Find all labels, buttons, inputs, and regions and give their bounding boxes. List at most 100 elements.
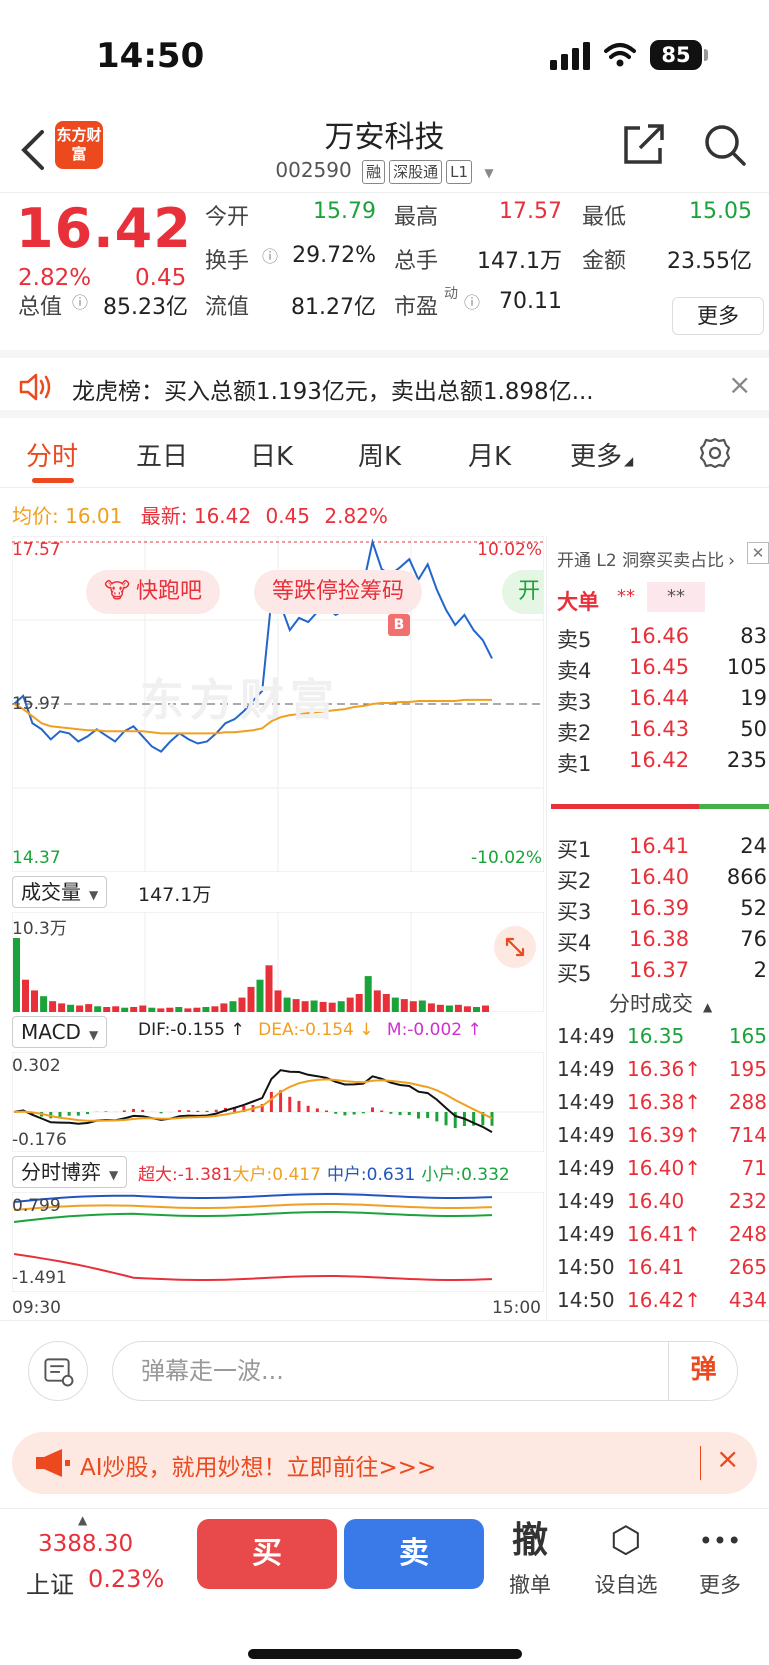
bid-row[interactable]: 买4 16.38 76 [557,927,767,959]
promo-pill[interactable]: 🐮 快跑吧 [86,570,221,614]
trade-time: 14:49 [557,1222,615,1246]
trade-row: 14:49 16.40↑ 71 [557,1156,767,1190]
ask-row[interactable]: 卖3 16.44 19 [557,686,767,718]
volume-bar [49,1001,57,1012]
ask-row[interactable]: 卖1 16.42 235 [557,748,767,780]
ai-promo-banner[interactable]: AI炒股，就用妙想！立即前往>>> × [12,1432,757,1494]
danmu-input[interactable]: 弹幕走一波... [112,1341,738,1401]
macd-chart[interactable] [12,1052,544,1152]
level-volume: 83 [740,624,767,648]
info-icon[interactable]: ⓘ [464,289,480,313]
bid-row[interactable]: 买3 16.39 52 [557,896,767,928]
pe-sup: 动 [444,286,458,302]
volume-bar [391,997,399,1012]
tab-daily-k[interactable]: 日K [250,436,293,473]
gear-icon[interactable] [698,436,732,470]
more-button[interactable]: 更多 [672,297,764,335]
index-percent[interactable]: 0.23% [88,1565,164,1593]
search-icon[interactable] [702,122,748,168]
mid-flow-line [13,1193,493,1203]
bid-row[interactable]: 买2 16.40 866 [557,865,767,897]
chevron-up-icon[interactable]: ▲ [78,1513,87,1527]
close-icon[interactable]: ✕ [747,542,769,564]
volume-bar [482,1005,489,1012]
volume-bar [40,996,48,1012]
macd-indicator-select[interactable]: MACD ▼ [12,1016,108,1048]
volume-indicator-select[interactable]: 成交量 ▼ [12,876,108,908]
wifi-icon [604,43,636,67]
index-name[interactable]: 上证 [26,1565,74,1600]
bid-row[interactable]: 买5 16.37 2 [557,958,767,990]
volume-bar [148,1007,156,1012]
trades-title: 分时成交 [609,992,693,1016]
level-label: 买2 [557,869,592,893]
l2-upgrade-link[interactable]: 开通 L2 洞察买卖占比 › [557,546,735,571]
macd-max-label: 0.302 [12,1056,61,1076]
trade-price: 16.41↑ [627,1222,702,1246]
ask-row[interactable]: 卖4 16.45 105 [557,655,767,687]
ask-row[interactable]: 卖5 16.46 83 [557,624,767,656]
close-icon[interactable]: × [728,368,751,401]
trade-row: 14:49 16.41↑ 248 [557,1222,767,1256]
level-volume: 76 [740,927,767,951]
tag-connect: 深股通 [389,159,443,184]
turnover-label: 换手 [205,249,250,274]
tab-intraday[interactable]: 分时 [26,436,78,473]
trade-volume: 265 [728,1255,767,1279]
trade-volume: 288 [728,1090,767,1114]
low-value: 15.05 [689,199,752,224]
stock-code: 002590 [275,158,352,182]
expand-icon[interactable] [494,926,536,968]
ask-row[interactable]: 卖2 16.43 50 [557,717,767,749]
trade-volume: 714 [728,1123,767,1147]
mktcap-value: 85.23亿 [103,295,188,320]
latest-value: 16.42 [193,504,252,528]
dea-value: DEA:-0.154 ↓ [258,1020,374,1040]
level-volume: 866 [726,865,767,889]
volume-bar [283,997,291,1012]
share-icon[interactable] [620,122,666,168]
flow-indicator-select[interactable]: 分时博弈 ▼ [12,1156,128,1188]
promo-pill[interactable]: 开 [502,570,544,614]
index-value[interactable]: 3388.30 [38,1531,133,1557]
danmu-settings-icon[interactable] [28,1341,88,1401]
trade-time: 14:50 [557,1288,615,1312]
trade-row: 14:49 16.36↑ 195 [557,1057,767,1091]
buy-button[interactable]: 买 [197,1519,337,1589]
status-time: 14:50 [96,36,205,76]
info-icon[interactable]: ⓘ [72,289,88,313]
volume-bar [436,1004,444,1012]
cancel-order-button[interactable]: 撤 撤单 [490,1517,570,1599]
danmu-send-button[interactable]: 弹 [668,1341,738,1401]
volume-bar [121,1007,129,1012]
tab-five-day[interactable]: 五日 [136,436,188,473]
close-icon[interactable]: × [716,1442,739,1475]
info-icon[interactable]: ⓘ [262,243,278,267]
add-watchlist-button[interactable]: ⬡ 设自选 [586,1517,666,1599]
tab-weekly-k[interactable]: 周K [358,436,401,473]
small-flow-line [13,1211,493,1223]
more-menu-button[interactable]: ••• 更多 [680,1517,760,1599]
promo-pill[interactable]: 等跌停捡筹码 [254,570,423,614]
mid-value: 中户:0.631 [326,1165,416,1185]
flow-chart[interactable] [12,1192,544,1292]
tab-more[interactable]: 更多 ◢ [570,436,633,473]
latest-label: 最新: [140,504,188,528]
macd-legend: DIF:-0.155 ↑ DEA:-0.154 ↓ M:-0.002 ↑ [138,1020,482,1040]
bid-row[interactable]: 买1 16.41 24 [557,834,767,866]
quote-panel: 16.42 2.82% 0.45 今开 15.79 最高 17.57 最低 15… [0,192,769,350]
trade-price: 16.38↑ [627,1090,702,1114]
level-price: 16.38 [629,927,690,951]
level-label: 卖3 [557,690,592,714]
volume-chart[interactable] [12,912,544,1012]
large-flow-line [13,1203,493,1211]
tab-monthly-k[interactable]: 月K [468,436,511,473]
dragon-tiger-notice[interactable]: 龙虎榜：买入总额1.193亿元，卖出总额1.898亿... × [0,350,769,418]
trade-price: 16.41 [627,1255,685,1279]
buy-marker[interactable]: B [388,614,410,636]
avg-label: 均价: [12,504,59,528]
trades-header[interactable]: 分时成交 ▲ [609,988,712,1018]
high-value: 17.57 [499,199,562,224]
trade-time: 14:49 [557,1057,615,1081]
sell-button[interactable]: 卖 [344,1519,484,1589]
